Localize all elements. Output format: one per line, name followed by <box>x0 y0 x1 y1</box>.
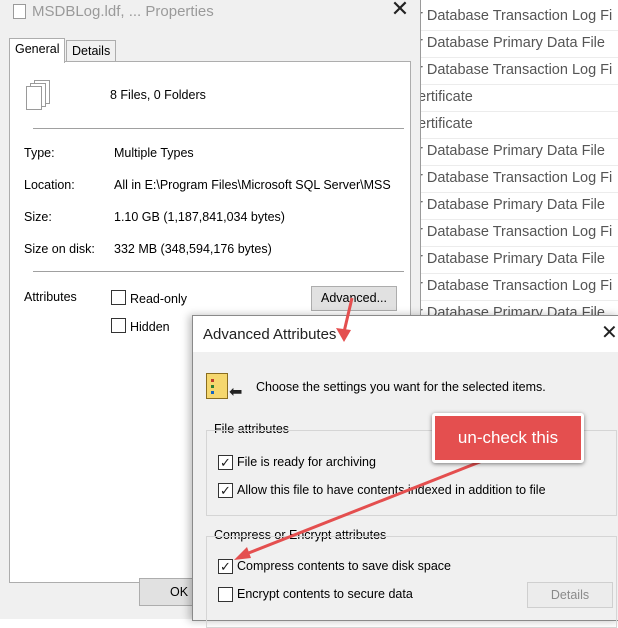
arrow-to-compress-checkbox <box>234 450 506 560</box>
annotation-arrows <box>234 297 506 560</box>
tab-general[interactable]: General <box>9 38 66 63</box>
arrow-to-advanced-dialog <box>336 297 354 342</box>
callout-annotation: un-check this <box>432 413 584 463</box>
